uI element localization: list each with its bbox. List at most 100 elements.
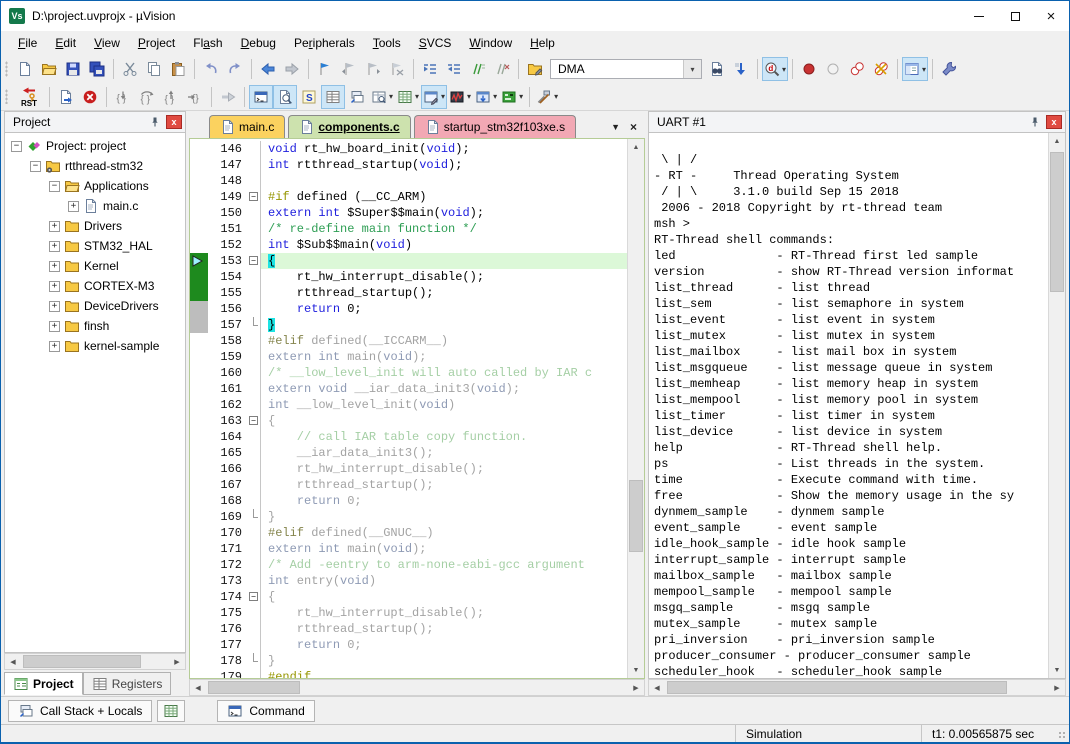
bookmark-clear-button[interactable] [385,57,409,81]
menu-edit[interactable]: Edit [46,33,85,53]
dropdown-arrow-icon[interactable]: ▾ [493,92,497,101]
menu-file[interactable]: File [9,33,46,53]
bookmark-next-button[interactable] [361,57,385,81]
dropdown-arrow-icon[interactable]: ▾ [415,92,419,101]
expand-icon[interactable]: + [49,221,60,232]
tree-item-main-c[interactable]: +main.c [5,196,185,216]
scroll-right-icon[interactable]: ▶ [628,680,644,695]
tools-menu-button[interactable]: ▾ [534,85,560,109]
new-file-button[interactable] [13,57,37,81]
window-layout-button[interactable]: ▾ [902,57,928,81]
menu-help[interactable]: Help [521,33,564,53]
tree-item-applications[interactable]: −Applications [5,176,185,196]
scroll-left-icon[interactable]: ◀ [190,680,206,695]
expand-icon[interactable]: + [68,201,79,212]
call-stack-window-button[interactable] [345,85,369,109]
undo-button[interactable] [199,57,223,81]
tree-item-drivers[interactable]: +Drivers [5,216,185,236]
breakpoint-disable-all-button[interactable] [845,57,869,81]
uncomment-button[interactable] [490,57,514,81]
menu-view[interactable]: View [85,33,129,53]
scroll-up-icon[interactable]: ▲ [1049,133,1065,149]
menu-window[interactable]: Window [460,33,521,53]
uart-output-text[interactable]: \ | / - RT - Thread Operating System / |… [649,133,1048,678]
scroll-thumb[interactable] [629,480,643,552]
combo-dropdown-icon[interactable]: ▾ [683,60,701,78]
tree-item-project-project[interactable]: −Project: project [5,136,185,156]
pane-tab-project[interactable]: Project [4,672,83,695]
editor-tab-startup-stm32f103xe-s[interactable]: startup_stm32f103xe.s [414,115,576,138]
close-file-icon[interactable]: × [630,120,637,134]
tree-item-kernel[interactable]: +Kernel [5,256,185,276]
fold-collapse-icon[interactable]: − [248,189,261,205]
comment-button[interactable] [466,57,490,81]
menu-flash[interactable]: Flash [184,33,231,53]
bookmark-button[interactable] [313,57,337,81]
minimize-button[interactable] [961,1,997,31]
project-close-button[interactable]: x [166,115,182,129]
fold-collapse-icon[interactable]: − [248,589,261,605]
disassembly-window-button[interactable] [273,85,297,109]
serial-window-button[interactable]: ▾ [421,85,447,109]
breakpoint-button[interactable] [797,57,821,81]
editor-hscrollbar[interactable]: ◀ ▶ [189,679,645,696]
scroll-thumb[interactable] [23,655,141,668]
project-hscrollbar[interactable]: ◀ ▶ [4,653,186,670]
uart-vscrollbar[interactable]: ▲ ▼ [1048,133,1065,678]
editor-tab-components-c[interactable]: components.c [288,115,410,138]
nav-back-button[interactable] [256,57,280,81]
tree-item-rtthread-stm32[interactable]: −rtthread-stm32 [5,156,185,176]
docked-tab-command[interactable]: Command [217,700,314,722]
save-button[interactable] [61,57,85,81]
expand-icon[interactable]: + [49,321,60,332]
collapse-icon[interactable]: − [11,141,22,152]
scroll-up-icon[interactable]: ▲ [628,139,644,155]
save-all-button[interactable] [85,57,109,81]
breakpoint-toggle-button[interactable] [821,57,845,81]
step-into-button[interactable]: { } [111,85,135,109]
dropdown-arrow-icon[interactable]: ▾ [782,65,786,74]
wrench-button[interactable] [937,57,961,81]
indent-button[interactable] [442,57,466,81]
scroll-down-icon[interactable]: ▼ [628,662,644,678]
stop-button[interactable] [78,85,102,109]
expand-icon[interactable]: + [49,281,60,292]
dropdown-arrow-icon[interactable]: ▾ [441,92,445,101]
dropdown-arrow-icon[interactable]: ▾ [554,92,558,101]
bookmark-prev-button[interactable] [337,57,361,81]
target-select-combo[interactable]: DMA▾ [550,59,702,79]
menu-debug[interactable]: Debug [232,33,285,53]
copy-button[interactable] [142,57,166,81]
code-editor[interactable]: 146void rt_hw_board_init(void);147int rt… [190,139,627,678]
cut-button[interactable] [118,57,142,81]
nav-forward-button[interactable] [280,57,304,81]
analysis-window-button[interactable]: ▾ [447,85,473,109]
unindent-button[interactable] [418,57,442,81]
open-folder-button[interactable] [37,57,61,81]
redo-button[interactable] [223,57,247,81]
reset-button[interactable]: RST [13,85,45,109]
breakpoint-kill-all-button[interactable] [869,57,893,81]
run-to-cursor-button[interactable]: {} [183,85,207,109]
tree-item-stm32-hal[interactable]: +STM32_HAL [5,236,185,256]
docked-tab-call-stack-locals[interactable]: Call Stack + Locals [8,700,152,722]
paste-button[interactable] [166,57,190,81]
debug-session-button[interactable]: d▾ [762,57,788,81]
scroll-left-icon[interactable]: ◀ [5,654,21,669]
uart-close-button[interactable]: x [1046,115,1062,129]
dropdown-arrow-icon[interactable]: ▾ [922,65,926,74]
find-in-files-button[interactable] [705,57,729,81]
show-next-button[interactable] [216,85,240,109]
scroll-thumb[interactable] [667,681,1007,694]
expand-icon[interactable]: + [49,301,60,312]
command-window-button[interactable] [249,85,273,109]
tree-item-cortex-m3[interactable]: +CORTEX-M3 [5,276,185,296]
scroll-down-icon[interactable]: ▼ [1049,662,1065,678]
menu-svcs[interactable]: SVCS [410,33,461,53]
system-viewer-button[interactable]: ▾ [473,85,499,109]
run-doc-button[interactable] [54,85,78,109]
uart-hscrollbar[interactable]: ◀ ▶ [648,679,1066,696]
scroll-right-icon[interactable]: ▶ [1049,680,1065,695]
expand-icon[interactable]: + [49,241,60,252]
scroll-thumb[interactable] [1050,152,1064,292]
